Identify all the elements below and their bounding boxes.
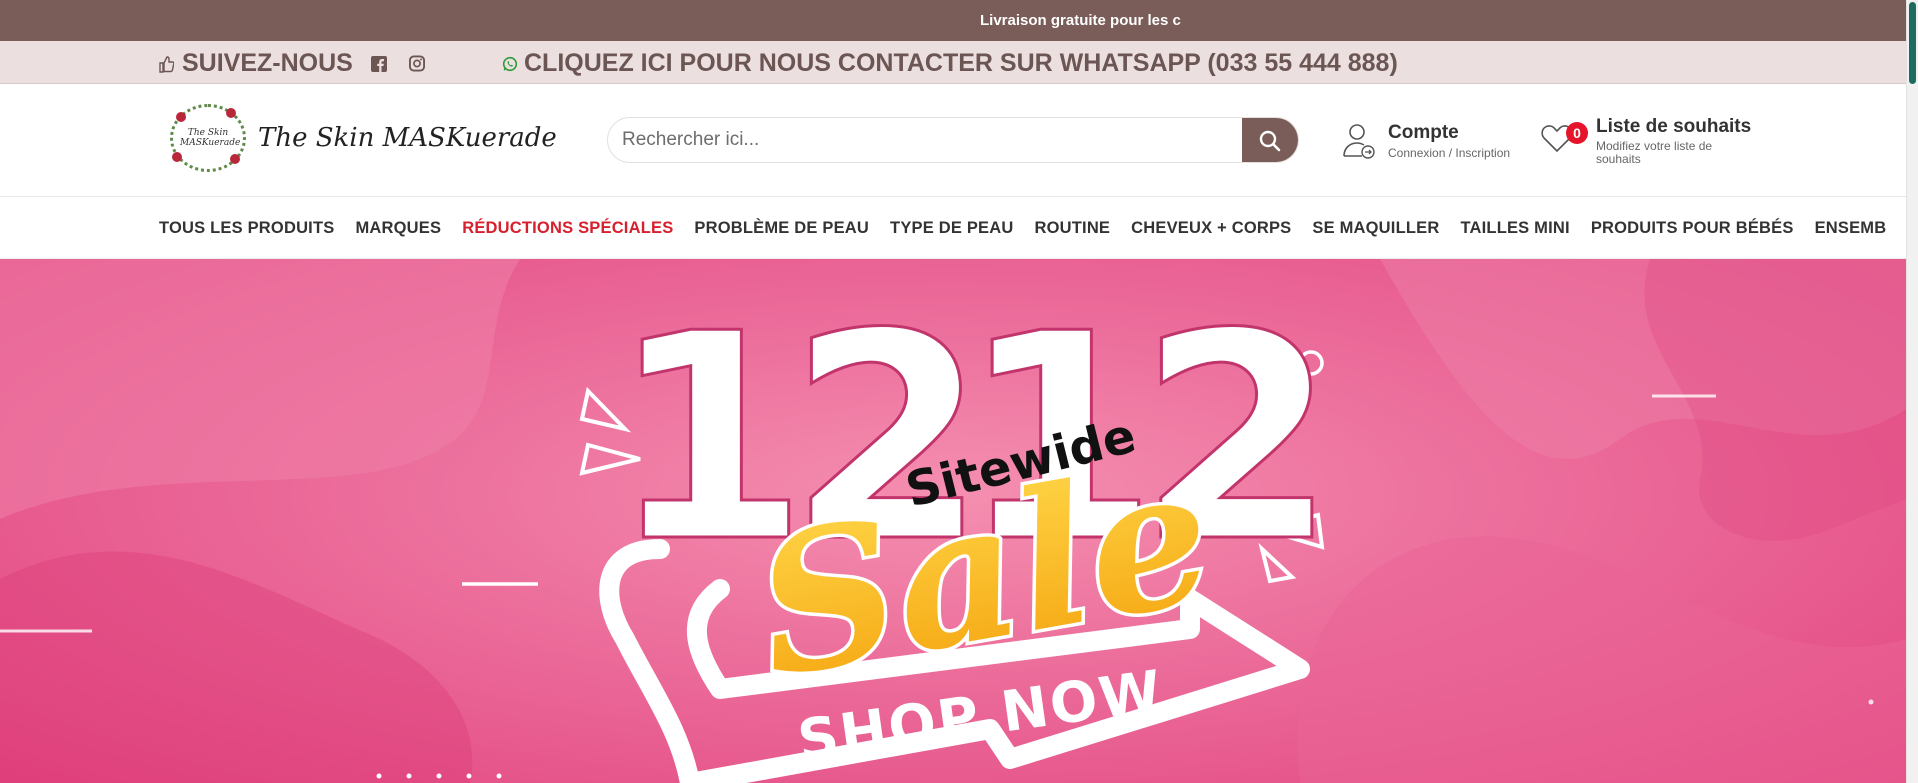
nav-item-makeup[interactable]: SE MAQUILLER (1312, 219, 1439, 238)
bg-blob (0, 259, 520, 519)
logo-rose (230, 154, 240, 164)
nav-item-skin-type[interactable]: TYPE DE PEAU (890, 219, 1013, 238)
nav-item-mini-sizes[interactable]: TAILLES MINI (1460, 219, 1569, 238)
hero-banner[interactable]: 12 12 Sitewide Sale SHOP NOW (0, 259, 1906, 783)
wishlist-link[interactable]: 0 Liste de souhaits Modifiez votre liste… (1540, 116, 1756, 166)
search-input[interactable] (608, 118, 1244, 162)
account-subtitle: Connexion / Inscription (1388, 146, 1511, 160)
follow-us: SUIVEZ-NOUS (158, 49, 425, 78)
nav-item-hair-body[interactable]: CHEVEUX + CORPS (1131, 219, 1291, 238)
scrollbar-thumb[interactable] (1909, 2, 1916, 84)
wishlist-count-badge: 0 (1566, 122, 1588, 144)
whatsapp-contact-link[interactable]: CLIQUEZ ICI POUR NOUS CONTACTER SUR WHAT… (502, 49, 1398, 78)
whatsapp-icon (502, 56, 518, 72)
instagram-icon[interactable] (408, 55, 425, 72)
account-title: Compte (1388, 122, 1459, 143)
social-bar: SUIVEZ-NOUS CLIQUEZ ICI POUR NOUS CONTAC… (0, 41, 1906, 84)
nav-item-special-discounts[interactable]: RÉDUCTIONS SPÉCIALES (462, 219, 673, 238)
main-navigation: TOUS LES PRODUITS MARQUES RÉDUCTIONS SPÉ… (0, 197, 1906, 259)
logo-rose (176, 112, 186, 122)
bg-blob (0, 551, 473, 783)
page: Livraison gratuite pour les c SUIVEZ-NOU… (0, 0, 1918, 783)
account-text: Compte Connexion / Inscription (1388, 122, 1510, 160)
thumbs-up-icon (158, 55, 174, 73)
logo-rose (226, 108, 236, 118)
site-header: The Skin MASKuerade The Skin MASKuerade … (0, 84, 1906, 197)
search-bar (607, 117, 1299, 163)
wishlist-text: Liste de souhaits Modifiez votre liste d… (1582, 116, 1756, 166)
announcement-bar: Livraison gratuite pour les c (0, 0, 1906, 41)
logo-rose (172, 152, 182, 162)
search-icon (1259, 130, 1281, 152)
page-scrollbar[interactable] (1906, 0, 1918, 783)
nav-list: TOUS LES PRODUITS MARQUES RÉDUCTIONS SPÉ… (159, 219, 1886, 238)
whatsapp-label: CLIQUEZ ICI POUR NOUS CONTACTER SUR WHAT… (524, 49, 1398, 77)
search-button[interactable] (1242, 118, 1298, 162)
site-logo[interactable]: The Skin MASKuerade The Skin MASKuerade (168, 102, 557, 174)
user-login-icon (1343, 124, 1375, 159)
logo-name: The Skin MASKuerade (258, 123, 557, 153)
bg-blob (1297, 536, 1906, 783)
announcement-text: Livraison gratuite pour les c (980, 12, 1181, 29)
wishlist-heart: 0 (1540, 122, 1588, 158)
nav-item-brands[interactable]: MARQUES (355, 219, 441, 238)
nav-item-sets[interactable]: ENSEMB (1815, 219, 1887, 238)
follow-label: SUIVEZ-NOUS (182, 49, 353, 77)
decor-dot (1868, 699, 1874, 705)
account-link[interactable]: Compte Connexion / Inscription (1342, 122, 1510, 160)
nav-item-skin-concern[interactable]: PROBLÈME DE PEAU (694, 219, 869, 238)
hero-graphic: 12 12 Sitewide Sale SHOP NOW (0, 259, 1906, 783)
nav-item-routine[interactable]: ROUTINE (1034, 219, 1110, 238)
nav-item-all-products[interactable]: TOUS LES PRODUITS (159, 219, 334, 238)
facebook-icon[interactable] (370, 55, 387, 72)
logo-emblem: The Skin MASKuerade (168, 102, 248, 174)
wishlist-title: Liste de souhaits (1596, 116, 1752, 137)
wishlist-subtitle: Modifiez votre liste de souhaits (1596, 139, 1713, 166)
nav-item-baby-products[interactable]: PRODUITS POUR BÉBÉS (1591, 219, 1794, 238)
